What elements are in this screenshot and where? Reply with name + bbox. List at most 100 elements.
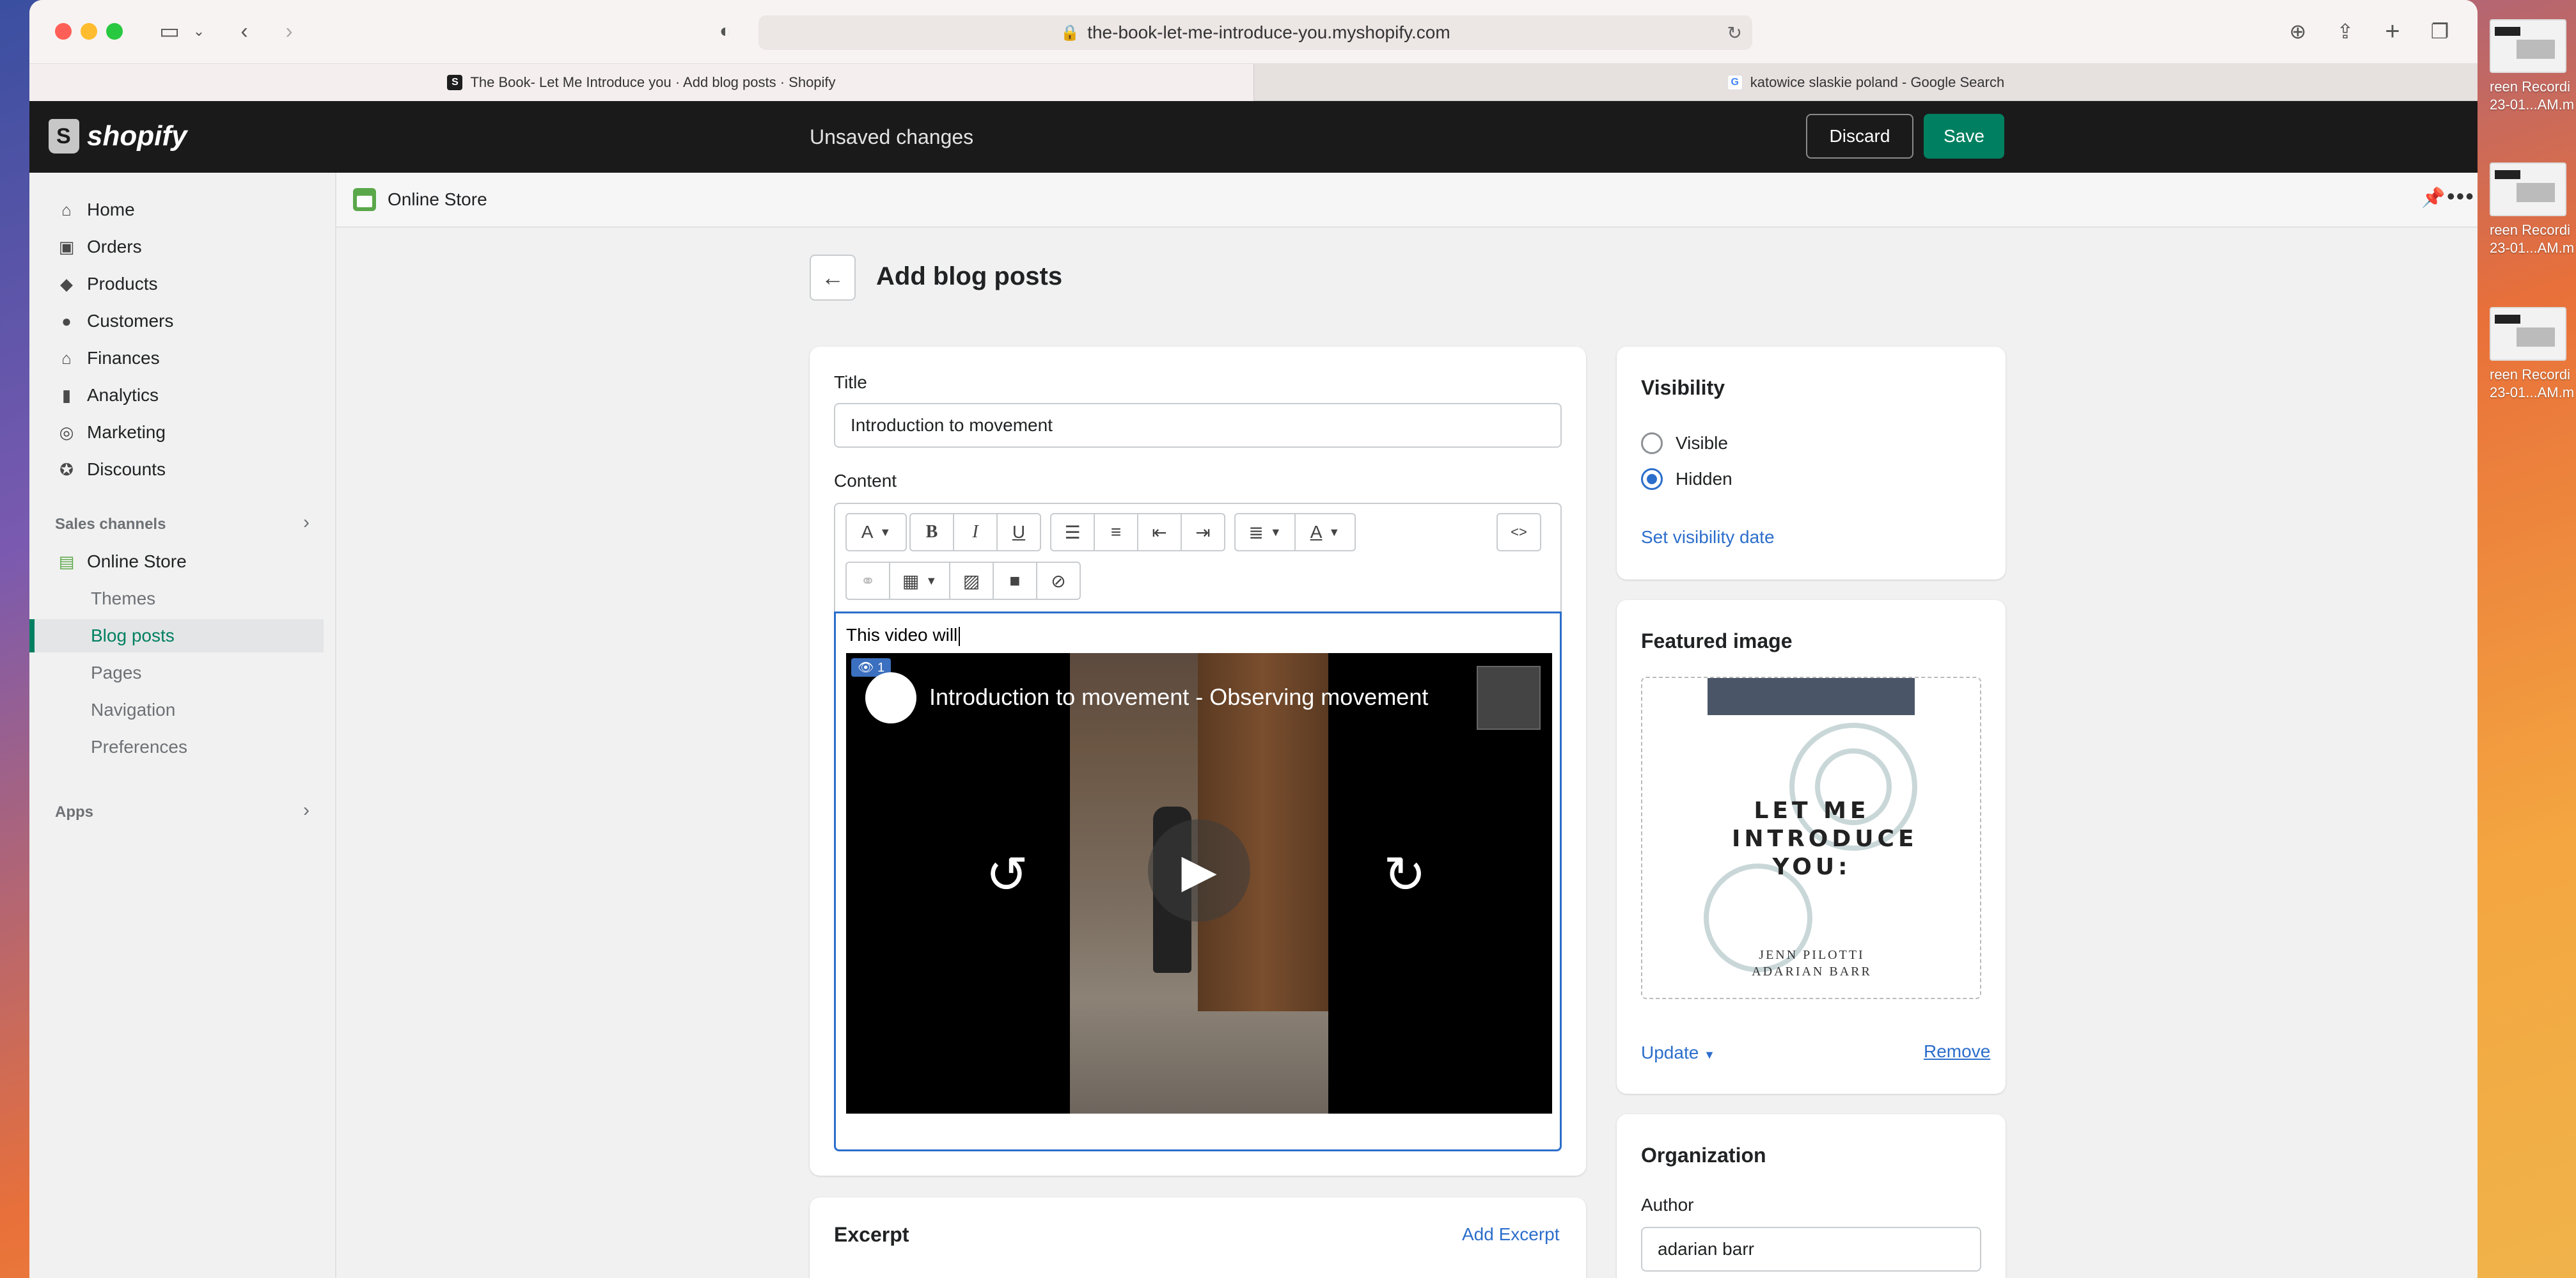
file-label: reen Recordi 23-01...AM.m <box>2490 79 2575 113</box>
address-bar[interactable]: 🔒 the-book-let-me-introduce-you.myshopif… <box>758 15 1752 50</box>
video-title[interactable]: Introduction to movement - Observing mov… <box>929 684 1428 711</box>
outdent-icon: ⇤ <box>1152 522 1167 542</box>
close-window-button[interactable] <box>55 23 72 40</box>
back-icon[interactable]: ‹ <box>232 17 257 46</box>
discard-button[interactable]: Discard <box>1806 114 1913 159</box>
sidebar-item-finances[interactable]: ⌂ Finances <box>29 340 324 376</box>
text-color-button[interactable]: A ▼ <box>1294 513 1356 551</box>
sidebar-item-orders[interactable]: ▣ Orders <box>29 229 324 265</box>
html-view-button[interactable]: <> <box>1496 513 1541 551</box>
image-icon: ▨ <box>962 571 980 591</box>
align-button[interactable]: ≣ ▼ <box>1234 513 1296 551</box>
italic-button[interactable]: I <box>953 513 998 551</box>
remove-image-link[interactable]: Remove <box>1924 1041 1990 1062</box>
add-excerpt-link[interactable]: Add Excerpt <box>1462 1224 1560 1245</box>
radio-hidden[interactable] <box>1641 468 1663 490</box>
shopify-bag-icon <box>49 119 79 154</box>
font-format-button[interactable]: A ▼ <box>845 513 907 551</box>
play-button[interactable]: ▶ <box>1148 819 1250 922</box>
reload-icon[interactable]: ↻ <box>1727 22 1742 43</box>
apps-heading[interactable]: Apps <box>55 803 93 821</box>
numbered-list-icon: ≡ <box>1110 522 1122 542</box>
numbered-list-button[interactable]: ≡ <box>1094 513 1138 551</box>
online-store-breadcrumb[interactable]: Online Store <box>353 188 487 211</box>
channel-header: Online Store 📌 ••• <box>336 173 2478 228</box>
tab-overview-icon[interactable]: ❐ <box>2425 17 2454 46</box>
back-button[interactable]: ← <box>810 255 856 301</box>
minimize-window-button[interactable] <box>81 23 97 40</box>
tab-shopify[interactable]: S The Book- Let Me Introduce you · Add b… <box>29 64 1253 101</box>
bold-button[interactable]: B <box>909 513 954 551</box>
chevron-down-icon[interactable]: ⌄ <box>189 17 208 46</box>
visibility-option-visible[interactable]: Visible <box>1641 432 1728 454</box>
visibility-card: Visibility Visible Hidden Set visibility… <box>1617 347 2006 580</box>
radio-visible[interactable] <box>1641 432 1663 454</box>
pin-icon[interactable]: 📌 <box>2421 187 2445 209</box>
file-label: reen Recordi 23-01...AM.m <box>2490 367 2575 400</box>
share-icon[interactable]: ⇪ <box>2330 17 2360 46</box>
featured-image-title: Featured image <box>1641 629 1793 652</box>
update-image-button[interactable]: Update ▼ <box>1641 1043 1715 1063</box>
chevron-right-icon[interactable]: › <box>303 512 310 533</box>
sidebar-item-customers[interactable]: ● Customers <box>29 303 324 339</box>
embedded-video[interactable]: 👁 1 Introduction to movement - Observing… <box>846 653 1552 1114</box>
sidebar-item-products[interactable]: ◆ Products <box>29 266 324 302</box>
tab-google-search[interactable]: G katowice slaskie poland - Google Searc… <box>1253 64 2478 101</box>
sidebar-item-home[interactable]: ⌂ Home <box>29 192 324 228</box>
chevron-down-icon: ▼ <box>1704 1048 1715 1061</box>
sidebar-item-discounts[interactable]: ✪ Discounts <box>29 452 324 487</box>
shopify-logo[interactable]: shopify <box>49 119 187 154</box>
author-select[interactable]: adarian barr <box>1641 1227 1981 1272</box>
chevron-right-icon[interactable]: › <box>303 800 310 821</box>
title-label: Title <box>834 372 867 392</box>
featured-image-preview[interactable]: LET ME INTRODUCE YOU: JENN PILOTTI ADARI… <box>1641 677 1981 999</box>
insert-image-button[interactable]: ▨ <box>949 562 994 600</box>
forward-icon[interactable]: › <box>276 17 302 46</box>
sidebar-item-pages[interactable]: Pages <box>29 656 324 690</box>
sidebar-item-online-store[interactable]: ▤ Online Store <box>29 544 324 580</box>
desktop-file[interactable]: reen Recordi 23-01...AM.m <box>2490 19 2575 114</box>
sidebar-toggle-icon[interactable]: ▭ <box>153 17 185 46</box>
new-tab-icon[interactable]: + <box>2378 17 2407 46</box>
sidebar-item-themes[interactable]: Themes <box>29 582 324 615</box>
rewind-icon[interactable]: ↺ <box>986 845 1028 904</box>
home-icon: ⌂ <box>61 200 72 219</box>
save-button[interactable]: Save <box>1924 114 2004 159</box>
clear-formatting-button[interactable]: ⊘ <box>1036 562 1081 600</box>
download-icon[interactable]: ⊕ <box>2283 17 2313 46</box>
desktop-file[interactable]: reen Recordi 23-01...AM.m <box>2490 307 2575 402</box>
store-icon: ▤ <box>58 551 75 571</box>
sidebar-item-marketing[interactable]: ◎ Marketing <box>29 414 324 450</box>
tab-label: The Book- Let Me Introduce you · Add blo… <box>470 74 836 90</box>
chevron-down-icon: ▼ <box>925 574 938 587</box>
underline-button[interactable]: U <box>996 513 1041 551</box>
insert-link-button[interactable]: ⚭ <box>845 562 890 600</box>
discount-icon: ✪ <box>59 459 74 479</box>
store-icon <box>353 188 376 211</box>
zoom-window-button[interactable] <box>106 23 123 40</box>
privacy-shield-icon[interactable]: ◐ <box>712 17 738 46</box>
sidebar-item-navigation[interactable]: Navigation <box>29 693 324 727</box>
orders-icon: ▣ <box>58 237 75 256</box>
sidebar-item-preferences[interactable]: Preferences <box>29 730 324 764</box>
bullet-list-button[interactable]: ☰ <box>1050 513 1095 551</box>
indent-button[interactable]: ⇥ <box>1181 513 1225 551</box>
sidebar-item-blog-posts[interactable]: Blog posts <box>29 619 324 652</box>
channel-thumbnail[interactable] <box>1477 666 1541 730</box>
outdent-button[interactable]: ⇤ <box>1137 513 1182 551</box>
title-input[interactable]: Introduction to movement <box>834 403 1562 448</box>
set-visibility-date-link[interactable]: Set visibility date <box>1641 527 1775 548</box>
sidebar-item-analytics[interactable]: ▮ Analytics <box>29 377 324 413</box>
sales-channels-heading[interactable]: Sales channels <box>55 516 166 533</box>
visibility-option-hidden[interactable]: Hidden <box>1641 468 1732 490</box>
desktop-file[interactable]: reen Recordi 23-01...AM.m <box>2490 162 2574 257</box>
insert-video-button[interactable]: ■ <box>993 562 1037 600</box>
channel-avatar[interactable] <box>865 672 916 723</box>
editor-paragraph[interactable]: This video will <box>846 625 961 646</box>
file-thumbnail <box>2490 307 2566 361</box>
more-actions-icon[interactable]: ••• <box>2447 183 2475 210</box>
forward-skip-icon[interactable]: ↻ <box>1383 845 1426 904</box>
rich-text-editor[interactable]: This video will 👁 1 Introduction to move… <box>834 611 1562 1151</box>
italic-icon: I <box>972 522 978 542</box>
insert-table-button[interactable]: ▦ ▼ <box>889 562 950 600</box>
